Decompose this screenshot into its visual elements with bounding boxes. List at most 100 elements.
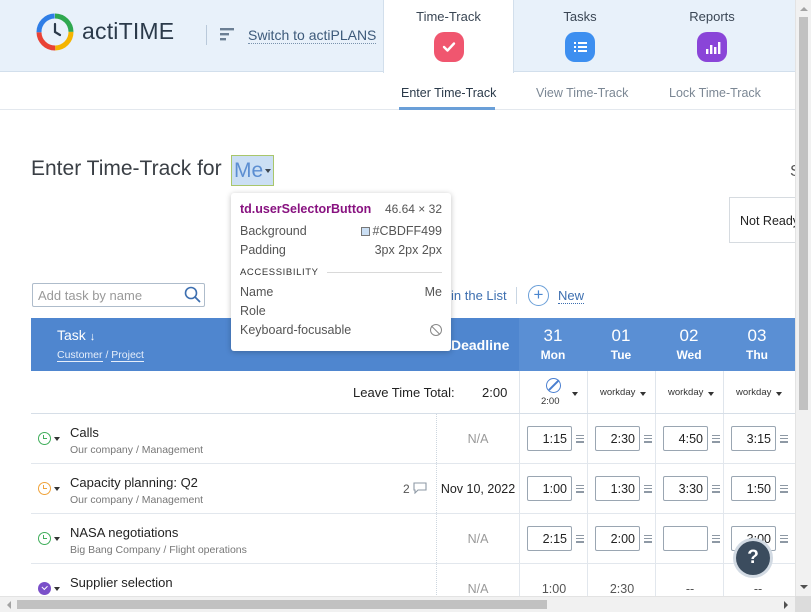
comments-count[interactable]: 2 bbox=[403, 482, 427, 496]
table-row: Calls Our company / Management N/A 1:15 … bbox=[31, 414, 795, 464]
time-input[interactable]: 1:50 bbox=[731, 476, 776, 501]
sub-navigation: Enter Time-Track View Time-Track Lock Ti… bbox=[0, 72, 795, 110]
clock-icon[interactable] bbox=[38, 532, 51, 545]
completed-check-icon[interactable] bbox=[38, 582, 51, 595]
chevron-down-icon[interactable] bbox=[54, 487, 60, 491]
comment-lines-icon[interactable] bbox=[780, 485, 788, 495]
active-subnav-indicator bbox=[399, 107, 495, 110]
subnav-lock-time-track[interactable]: Lock Time-Track bbox=[669, 86, 761, 100]
comment-lines-icon[interactable] bbox=[576, 435, 584, 445]
comment-lines-icon[interactable] bbox=[644, 535, 652, 545]
tooltip-dimensions: 46.64 × 32 bbox=[384, 202, 442, 216]
tooltip-padding-label: Padding bbox=[240, 242, 286, 257]
day-type-selector[interactable]: 2:00 bbox=[519, 371, 587, 413]
time-input[interactable]: 2:15 bbox=[527, 526, 572, 551]
day-header: 31 Mon bbox=[519, 318, 587, 371]
time-input[interactable]: 1:30 bbox=[595, 476, 640, 501]
search-icon[interactable] bbox=[184, 286, 201, 303]
add-task-input[interactable]: Add task by name bbox=[32, 283, 205, 307]
time-cell: 2:30 bbox=[587, 414, 655, 463]
comment-lines-icon[interactable] bbox=[712, 485, 720, 495]
vertical-scrollbar[interactable] bbox=[795, 0, 811, 596]
day-type-value: workday bbox=[600, 387, 636, 398]
task-deadline: Nov 10, 2022 bbox=[436, 464, 519, 513]
task-name[interactable]: Supplier selection bbox=[70, 575, 173, 590]
horizontal-scrollbar-thumb[interactable] bbox=[17, 600, 547, 609]
time-input[interactable]: 2:00 bbox=[595, 526, 640, 551]
comment-lines-icon[interactable] bbox=[576, 485, 584, 495]
scroll-right-arrow-icon[interactable] bbox=[779, 597, 793, 612]
comment-lines-icon[interactable] bbox=[576, 535, 584, 545]
day-type-selector[interactable]: workday bbox=[587, 371, 655, 413]
time-input[interactable] bbox=[663, 526, 708, 551]
tab-time-track[interactable]: Time-Track bbox=[383, 0, 514, 73]
help-button[interactable]: ? bbox=[736, 541, 770, 575]
subnav-enter-time-track[interactable]: Enter Time-Track bbox=[401, 86, 496, 100]
time-input[interactable]: 2:30 bbox=[595, 426, 640, 451]
in-the-list-link[interactable]: in the List bbox=[451, 288, 507, 303]
time-input[interactable]: 3:30 bbox=[663, 476, 708, 501]
task-name[interactable]: NASA negotiations bbox=[70, 525, 178, 540]
page-title: Enter Time-Track for bbox=[31, 157, 222, 180]
day-type-selector[interactable]: workday bbox=[723, 371, 791, 413]
no-leave-icon bbox=[546, 378, 561, 393]
task-name[interactable]: Calls bbox=[70, 425, 99, 440]
day-weekday: Thu bbox=[746, 348, 768, 362]
new-task-link[interactable]: New bbox=[558, 288, 585, 304]
day-header: 02 Wed bbox=[655, 318, 723, 371]
chevron-down-icon[interactable] bbox=[54, 537, 60, 541]
task-deadline: N/A bbox=[436, 414, 519, 463]
task-name[interactable]: Capacity planning: Q2 bbox=[70, 475, 198, 490]
chevron-down-icon[interactable] bbox=[54, 587, 60, 591]
subnav-view-time-track[interactable]: View Time-Track bbox=[536, 86, 628, 100]
tab-reports-label: Reports bbox=[689, 9, 735, 24]
vertical-scrollbar-thumb[interactable] bbox=[799, 17, 808, 410]
chevron-down-icon bbox=[708, 392, 714, 396]
comment-lines-icon[interactable] bbox=[712, 535, 720, 545]
clock-icon[interactable] bbox=[38, 432, 51, 445]
tab-reports[interactable]: Reports bbox=[646, 0, 778, 72]
task-customer-project: Our company / Management bbox=[70, 444, 204, 456]
horizontal-scrollbar[interactable] bbox=[0, 596, 795, 612]
comment-lines-icon[interactable] bbox=[780, 535, 788, 545]
comment-lines-icon[interactable] bbox=[712, 435, 720, 445]
time-input[interactable]: 1:00 bbox=[527, 476, 572, 501]
comment-lines-icon[interactable] bbox=[644, 435, 652, 445]
switch-to-actiplans-link[interactable]: Switch to actiPLANS bbox=[248, 27, 377, 44]
day-type-selector[interactable]: workday bbox=[655, 371, 723, 413]
scroll-left-arrow-icon[interactable] bbox=[2, 597, 16, 612]
day-type-value: workday bbox=[736, 387, 772, 398]
actitime-logo-icon[interactable] bbox=[36, 13, 74, 51]
project-sort-link[interactable]: Project bbox=[111, 349, 144, 362]
task-customer-project: Our company / Management bbox=[70, 494, 204, 506]
customer-sort-link[interactable]: Customer bbox=[57, 349, 103, 362]
task-subheader: Customer / Project bbox=[57, 349, 144, 362]
comment-lines-icon[interactable] bbox=[644, 485, 652, 495]
sort-down-icon[interactable]: ↓ bbox=[90, 331, 96, 343]
tooltip-selector: td.userSelectorButton bbox=[240, 202, 372, 216]
not-ready-status[interactable]: Not Ready bbox=[729, 197, 795, 243]
tooltip-bg-label: Background bbox=[240, 223, 307, 238]
scroll-up-arrow-icon[interactable] bbox=[796, 2, 811, 16]
scroll-down-arrow-icon[interactable] bbox=[796, 580, 811, 594]
time-input[interactable]: 1:15 bbox=[527, 426, 572, 451]
tab-tasks-label: Tasks bbox=[563, 9, 597, 24]
task-column-header[interactable]: Task ↓ bbox=[57, 327, 95, 343]
page: actiTIME Switch to actiPLANS Time-Track … bbox=[0, 0, 811, 612]
day-weekday: Tue bbox=[610, 348, 632, 362]
user-selector-button[interactable]: Me bbox=[231, 155, 275, 186]
reports-icon bbox=[697, 32, 727, 62]
leave-time-total: 2:00 bbox=[482, 385, 508, 400]
time-input[interactable]: 3:15 bbox=[731, 426, 776, 451]
tooltip-accessibility-heading: ACCESSIBILITY bbox=[240, 267, 319, 278]
time-cell: 3:30 bbox=[655, 464, 723, 513]
comment-lines-icon[interactable] bbox=[780, 435, 788, 445]
tab-tasks[interactable]: Tasks bbox=[514, 0, 646, 72]
chevron-down-icon[interactable] bbox=[54, 437, 60, 441]
plus-icon[interactable]: + bbox=[528, 285, 549, 306]
clock-icon[interactable] bbox=[38, 482, 51, 495]
time-cell: 2:15 bbox=[519, 514, 587, 563]
time-input[interactable]: 4:50 bbox=[663, 426, 708, 451]
task-customer-project: Big Bang Company / Flight operations bbox=[70, 544, 247, 556]
chevron-down-icon bbox=[572, 392, 578, 396]
